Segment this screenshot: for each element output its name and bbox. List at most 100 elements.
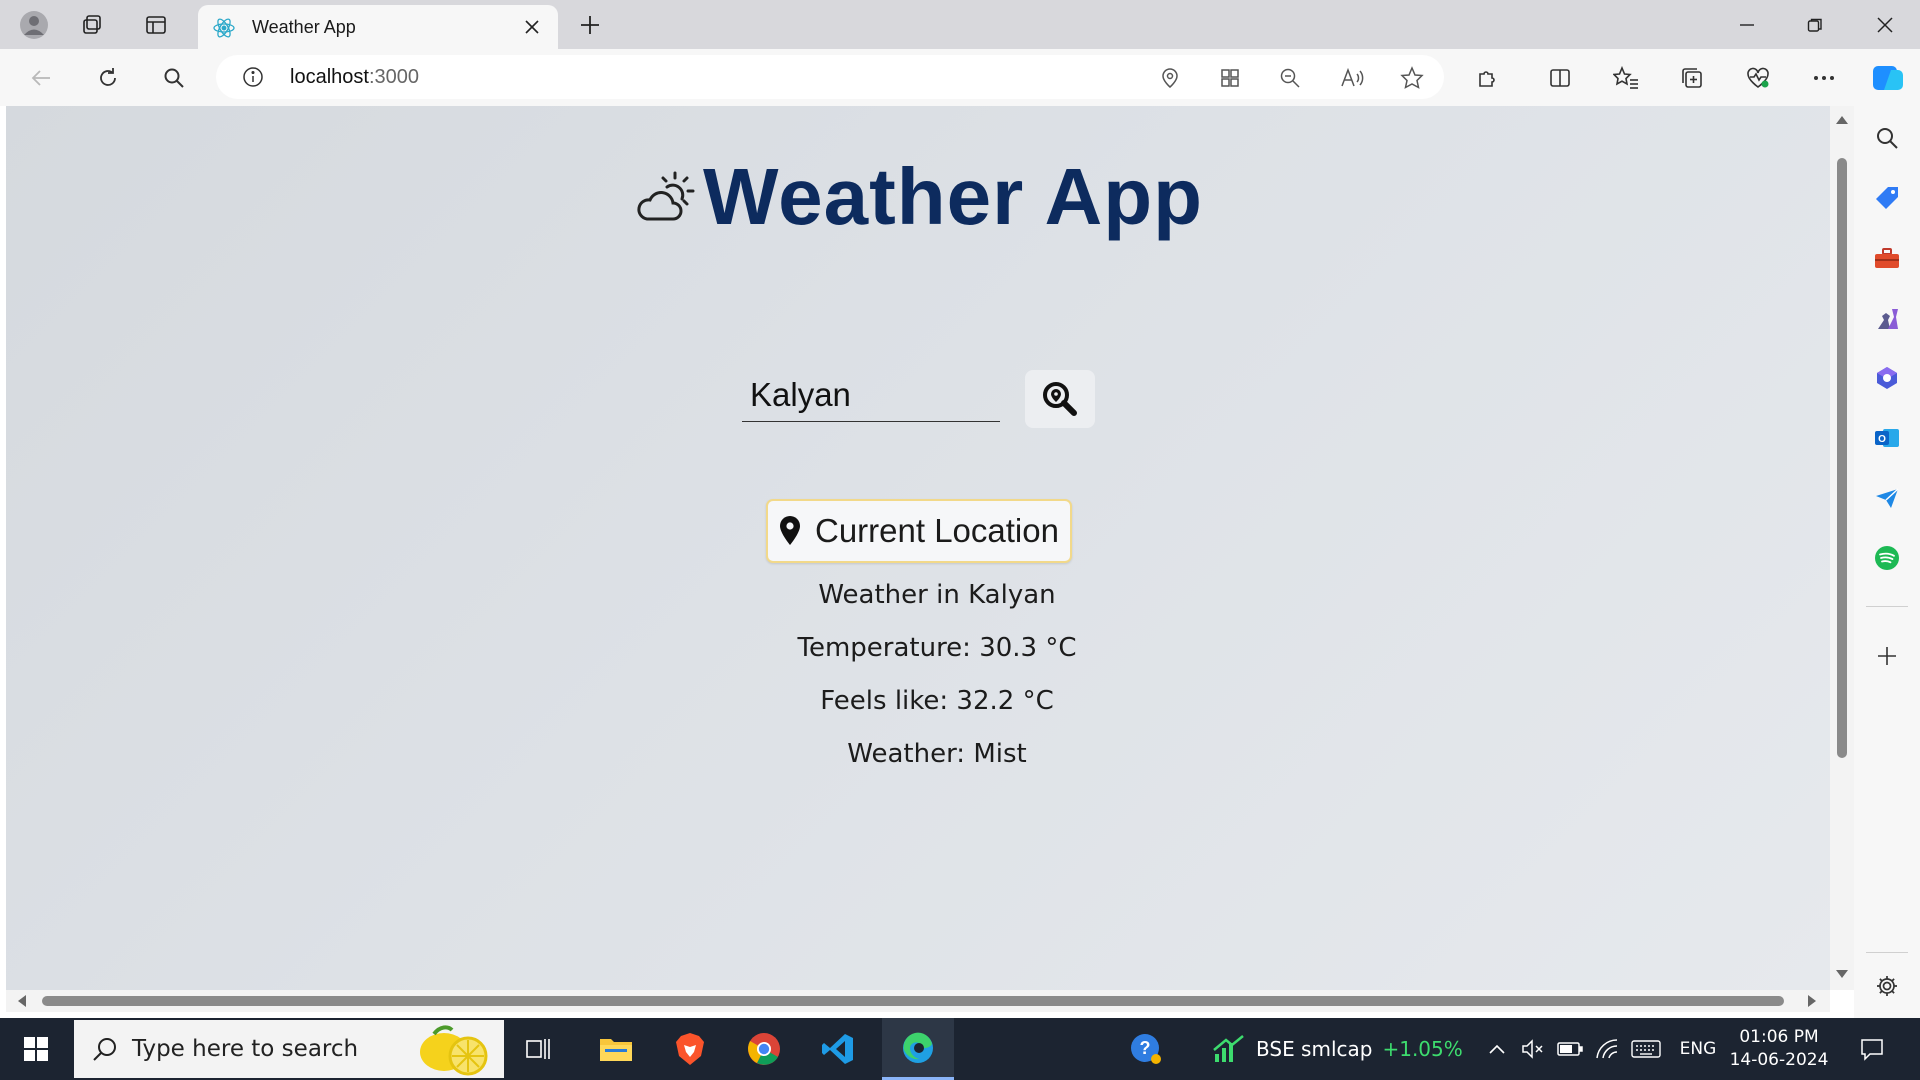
search-icon [93, 1038, 116, 1061]
settings-and-more-button[interactable] [1804, 49, 1844, 106]
sidebar-microsoft-365[interactable] [1854, 358, 1920, 398]
brave-browser-button[interactable] [658, 1018, 722, 1080]
info-icon[interactable] [242, 66, 264, 88]
battery-button[interactable] [1554, 1018, 1586, 1080]
reload-button[interactable] [88, 49, 128, 106]
split-screen-button[interactable] [1540, 49, 1580, 106]
page-viewport: Weather App Current Location Weather in … [6, 106, 1830, 990]
read-aloud-button[interactable] [1334, 49, 1370, 106]
sidebar-games[interactable] [1854, 298, 1920, 338]
scroll-right-icon[interactable] [1808, 995, 1816, 1007]
clock-time: 01:06 PM [1739, 1027, 1819, 1047]
toolbox-icon [1875, 248, 1899, 268]
sidebar-outlook[interactable]: O [1854, 418, 1920, 458]
location-icon [1162, 67, 1178, 88]
vertical-tabs-button[interactable] [136, 0, 176, 49]
sidebar-shopping[interactable] [1854, 178, 1920, 218]
more-icon [1814, 75, 1834, 80]
page-title: Weather App [703, 152, 1203, 241]
microsoft-365-icon [1877, 367, 1897, 389]
horizontal-scroll-thumb[interactable] [42, 996, 1784, 1006]
tab-strip: Weather App [0, 0, 1920, 49]
weather-temperature: Temperature: 30.3 °C [797, 633, 1077, 663]
browser-essentials-button[interactable] [1738, 49, 1778, 106]
network-button[interactable] [1592, 1018, 1622, 1080]
close-tab-icon[interactable] [524, 19, 540, 35]
battery-icon [1557, 1042, 1583, 1056]
scroll-left-icon[interactable] [18, 995, 26, 1007]
edge-button[interactable] [882, 1018, 954, 1080]
restore-button[interactable] [1792, 0, 1838, 49]
profile-avatar[interactable] [14, 0, 54, 49]
vertical-scroll-thumb[interactable] [1837, 158, 1847, 758]
vertical-scrollbar[interactable] [1830, 106, 1854, 990]
sidebar-tools[interactable] [1854, 238, 1920, 278]
sidebar-divider [1866, 952, 1908, 953]
copilot-button[interactable] [1864, 49, 1912, 106]
notifications-button[interactable] [1850, 1018, 1894, 1080]
tab-weather-app[interactable]: Weather App [198, 5, 558, 49]
location-permission-button[interactable] [1152, 49, 1188, 106]
help-icon: ? [1131, 1034, 1161, 1064]
sidebar-spotify[interactable] [1854, 538, 1920, 578]
sidebar-add-button[interactable] [1854, 636, 1920, 676]
stock-up-icon [1213, 1035, 1244, 1062]
help-button[interactable]: ? [1124, 1018, 1168, 1080]
new-tab-button[interactable] [570, 0, 610, 49]
show-hidden-icons-button[interactable] [1482, 1018, 1512, 1080]
chrome-button[interactable] [732, 1018, 796, 1080]
horizontal-scrollbar[interactable] [6, 990, 1830, 1012]
apps-icon [1221, 68, 1239, 87]
stock-widget[interactable]: BSE smlcap +1.05% [1212, 1018, 1463, 1080]
favorite-button[interactable] [1394, 49, 1430, 106]
search-location-icon [1043, 382, 1077, 416]
windows-taskbar: Type here to search ? BSE smlcap +1.05% [0, 1018, 1920, 1080]
favorites-button[interactable] [1606, 49, 1646, 106]
minimize-icon [1740, 23, 1754, 26]
zoom-out-icon [1280, 68, 1300, 88]
close-window-button[interactable] [1862, 0, 1908, 49]
back-button[interactable] [22, 49, 62, 106]
taskbar-search-box[interactable]: Type here to search [74, 1020, 504, 1078]
language-indicator[interactable]: ENG [1672, 1018, 1724, 1080]
current-location-button[interactable]: Current Location [766, 499, 1072, 563]
file-explorer-button[interactable] [584, 1018, 648, 1080]
send-icon [1876, 488, 1899, 508]
arrow-left-icon [31, 69, 50, 86]
url-host: localhost [290, 66, 369, 88]
task-view-icon [526, 1039, 550, 1059]
start-button[interactable] [0, 1018, 72, 1080]
volume-button[interactable] [1518, 1018, 1548, 1080]
task-view-button[interactable] [510, 1018, 568, 1080]
windows-logo-icon [24, 1037, 48, 1061]
zoom-out-button[interactable] [1272, 49, 1308, 106]
vscode-button[interactable] [806, 1018, 870, 1080]
chevron-up-icon [1489, 1044, 1505, 1054]
sidebar-search[interactable] [1854, 118, 1920, 158]
scroll-down-icon[interactable] [1836, 970, 1848, 978]
url-field[interactable]: localhost:3000 [216, 55, 1444, 99]
read-aloud-icon [1341, 67, 1364, 86]
search-button[interactable] [1025, 370, 1095, 428]
sidebar-settings[interactable] [1854, 966, 1920, 1006]
minimize-button[interactable] [1724, 0, 1770, 49]
app-available-button[interactable] [1212, 49, 1248, 106]
extensions-button[interactable] [1468, 49, 1508, 106]
volume-muted-icon [1522, 1039, 1543, 1059]
search-tabs-button[interactable] [154, 49, 194, 106]
url-text: localhost:3000 [290, 55, 419, 99]
edge-icon [903, 1032, 933, 1063]
workspaces-icon [83, 14, 101, 34]
workspaces-button[interactable] [72, 0, 112, 49]
collections-button[interactable] [1672, 49, 1712, 106]
taskbar-search-placeholder: Type here to search [132, 1036, 359, 1062]
cloud-sun-icon [637, 171, 695, 221]
sidebar-drop[interactable] [1854, 478, 1920, 518]
clock[interactable]: 01:06 PM 14-06-2024 [1724, 1026, 1834, 1072]
brave-lion-icon [676, 1033, 704, 1065]
city-search-input[interactable] [742, 368, 1000, 422]
star-icon [1400, 65, 1424, 89]
scroll-up-icon[interactable] [1836, 116, 1848, 124]
chrome-icon [748, 1033, 780, 1065]
touch-keyboard-button[interactable] [1628, 1018, 1664, 1080]
